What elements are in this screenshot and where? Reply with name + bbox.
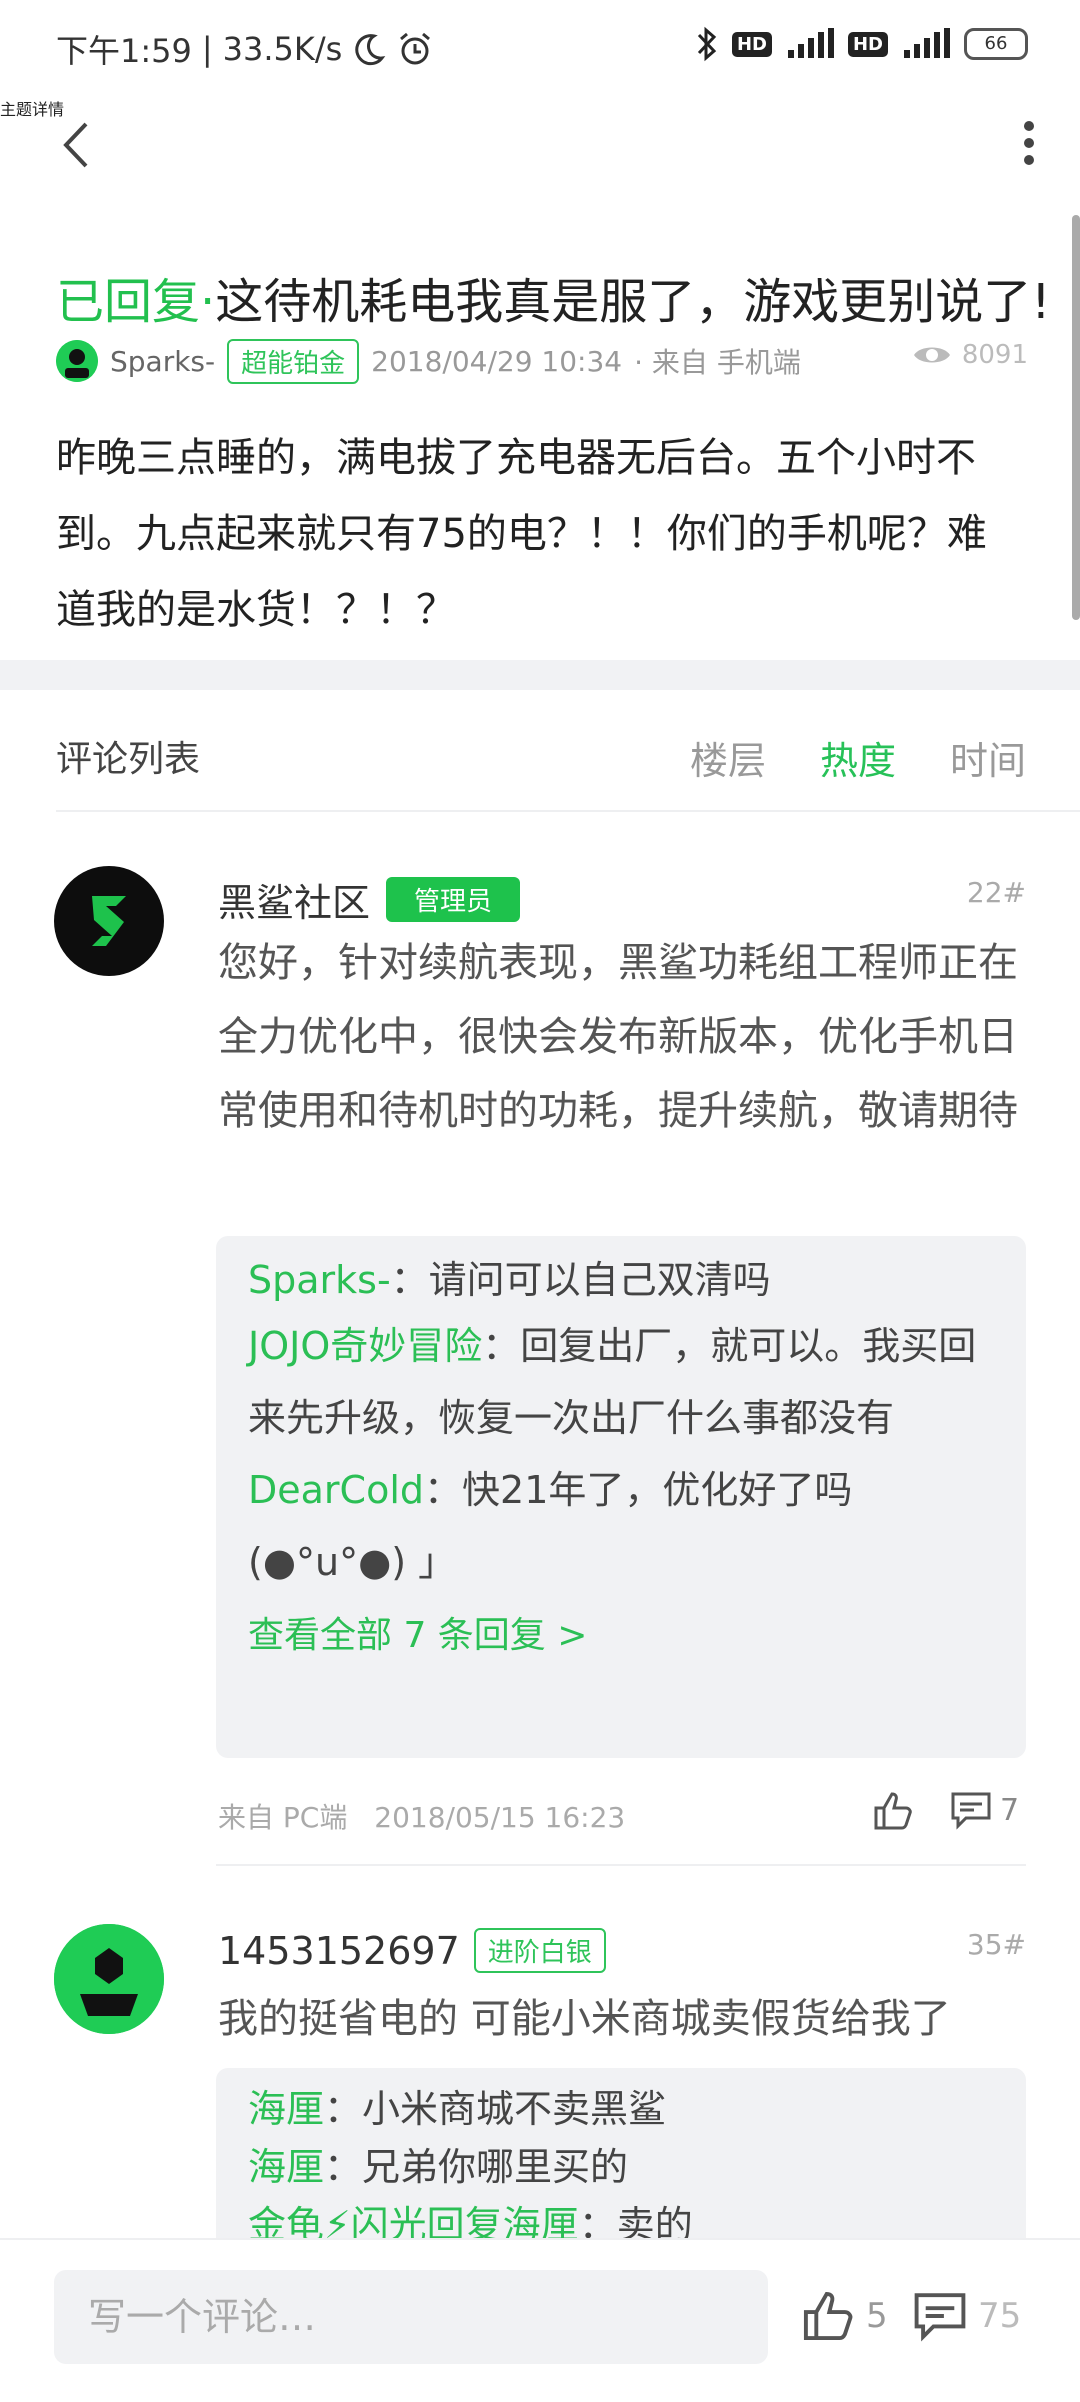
reply-item[interactable]: Sparks-：请问可以自己双清吗 (248, 1250, 994, 1310)
bottom-like-button[interactable]: 5 (800, 2290, 888, 2342)
admin-badge: 管理员 (386, 877, 521, 922)
reply-user[interactable]: 海厘 (248, 2145, 324, 2189)
thumbs-up-icon (872, 1790, 914, 1832)
section-divider (0, 660, 1080, 690)
comment-header: 1453152697 进阶白银 (218, 1928, 606, 1973)
reply-count-button[interactable]: 7 (950, 1790, 1019, 1830)
comment-header: 黑鲨社区 管理员 (218, 872, 521, 927)
battery-indicator: 66 (964, 28, 1028, 60)
status-bar: 下午1:59 | 33.5K/s HD HD 66 (0, 0, 1080, 96)
floor-number: 35# (966, 1928, 1026, 1961)
comment-icon (912, 2290, 968, 2342)
author-avatar[interactable] (56, 340, 98, 382)
reply-text: ：兄弟你哪里买的 (324, 2145, 629, 2189)
view-all-replies-link[interactable]: 查看全部 7 条回复 > (248, 1606, 994, 1658)
topic-date: 2018/04/29 10:34 (371, 344, 623, 378)
status-right: HD HD 66 (696, 26, 1028, 62)
author-level-badge: 超能铂金 (227, 338, 360, 384)
comment-source: 来自 PC端 (218, 1801, 348, 1834)
commenter-name[interactable]: 黑鲨社区 (218, 872, 370, 927)
commenter-name[interactable]: 1453152697 (218, 1929, 460, 1973)
moon-icon (352, 32, 386, 66)
comment-list-label: 评论列表 (56, 739, 201, 780)
reply-item[interactable]: DearCold：快21年了，优化好了吗(●°u°●)​ 」 (248, 1454, 994, 1598)
status-speed: 33.5K/s (222, 30, 343, 68)
reply-user[interactable]: Sparks- (248, 1258, 391, 1302)
alarm-icon (396, 30, 434, 68)
status-time: 下午1:59 (56, 32, 192, 70)
topic-meta: Sparks- 超能铂金 2018/04/29 10:34 · 来自 手机端 (56, 338, 801, 384)
reply-user[interactable]: DearCold (248, 1468, 424, 1512)
view-count: 8091 (912, 340, 1028, 370)
thumbs-up-icon (800, 2290, 856, 2342)
reply-text: ：请问可以自己双清吗 (390, 1258, 771, 1302)
tab-floor[interactable]: 楼层 (690, 730, 766, 785)
signal-icon-2 (902, 28, 950, 60)
commenter-avatar[interactable] (54, 1924, 164, 2034)
bottom-comment-button[interactable]: 75 (912, 2290, 1021, 2342)
reply-count: 7 (1000, 1792, 1020, 1828)
floor-number: 22# (966, 876, 1026, 909)
reply-text: ：小米商城不卖黑鲨 (324, 2087, 667, 2131)
comment-footer: 来自 PC端 2018/05/15 16:23 (218, 1796, 625, 1836)
comment-body: 我的挺省电的 可能小米商城卖假货给我了 (218, 1996, 951, 2042)
reply-item[interactable]: 海厘：小米商城不卖黑鲨 (248, 2080, 994, 2138)
reply-box: Sparks-：请问可以自己双清吗 JOJO奇妙冒险：回复出厂，就可以。我买回来… (216, 1236, 1026, 1758)
level-badge: 进阶白银 (473, 1928, 606, 1973)
comment-count: 75 (978, 2296, 1022, 2336)
comment-icon (950, 1790, 992, 1830)
status-left: 下午1:59 | 33.5K/s (56, 26, 434, 72)
reply-item[interactable]: JOJO奇妙冒险：回复出厂，就可以。我买回来先升级，恢复一次出厂什么事都没有 (248, 1310, 994, 1454)
author-name[interactable]: Sparks- (110, 345, 215, 378)
topic-body: 昨晚三点睡的，满电拔了充电器无后台。五个小时不到。九点起来就只有75的电？！！你… (56, 435, 987, 633)
title-dot: · (200, 274, 216, 330)
replied-tag: 已回复 (56, 274, 201, 330)
topic-source: · 来自 手机端 (634, 346, 801, 379)
comment-input[interactable]: 写一个评论… (54, 2270, 768, 2364)
reply-list: Sparks-：请问可以自己双清吗 JOJO奇妙冒险：回复出厂，就可以。我买回来… (216, 1236, 1026, 1658)
hd-badge: HD (731, 31, 772, 57)
topic-title: 已回复·这待机耗电我真是服了，游戏更别说了! (56, 262, 1051, 332)
tab-hot[interactable]: 热度 (820, 730, 896, 785)
scrollbar[interactable] (1072, 215, 1080, 620)
status-sep: | (201, 30, 213, 68)
header-divider (56, 810, 1080, 812)
like-count: 5 (866, 2296, 888, 2336)
page-title: 主题详情 (0, 100, 65, 119)
tab-time[interactable]: 时间 (950, 730, 1026, 785)
topic-title-text: 这待机耗电我真是服了，游戏更别说了! (215, 274, 1051, 330)
comment-body: 您好，针对续航表现，黑鲨功耗组工程师正在全力优化中，很快会发布新版本，优化手机日… (218, 940, 1018, 1134)
signal-icon (786, 28, 834, 60)
reply-user[interactable]: JOJO奇妙冒险 (248, 1324, 482, 1368)
hd-badge-2: HD (847, 31, 888, 57)
view-count-value: 8091 (961, 340, 1028, 370)
commenter-avatar[interactable] (54, 866, 164, 976)
like-button[interactable] (872, 1790, 914, 1832)
more-options-icon[interactable] (1014, 118, 1044, 168)
eye-icon (912, 341, 952, 369)
reply-user[interactable]: 海厘 (248, 2087, 324, 2131)
reply-list: 海厘：小米商城不卖黑鲨 海厘：兄弟你哪里买的 金龟⚡闪光回复海厘：卖的 (216, 2068, 1026, 2254)
comment-date: 2018/05/15 16:23 (374, 1801, 626, 1834)
comment-divider (216, 1864, 1026, 1866)
reply-item[interactable]: 海厘：兄弟你哪里买的 (248, 2138, 994, 2196)
bluetooth-icon (696, 26, 718, 62)
